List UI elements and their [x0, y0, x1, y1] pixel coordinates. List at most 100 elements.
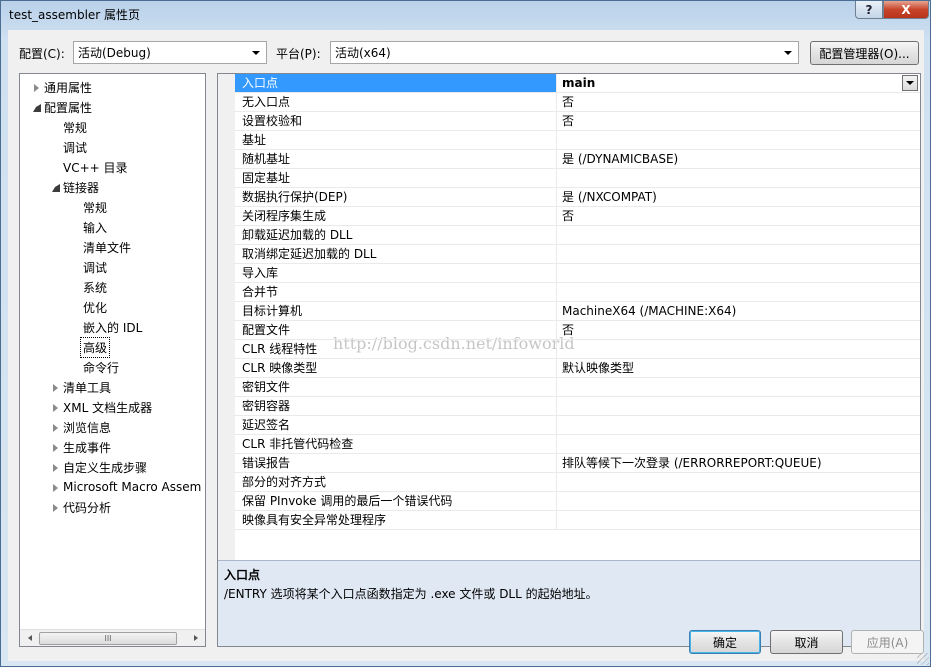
- property-value[interactable]: [557, 416, 920, 434]
- property-value[interactable]: 是 (/DYNAMICBASE): [557, 150, 920, 168]
- property-name[interactable]: 延迟签名: [235, 416, 557, 434]
- chevron-down-icon[interactable]: [902, 75, 918, 91]
- scroll-left-icon[interactable]: [21, 630, 38, 646]
- property-row[interactable]: 取消绑定延迟加载的 DLL: [235, 245, 920, 264]
- property-name[interactable]: 随机基址: [235, 150, 557, 168]
- property-row[interactable]: 配置文件否: [235, 321, 920, 340]
- scroll-right-icon[interactable]: [187, 630, 204, 646]
- tree-item[interactable]: XML 文档生成器: [53, 397, 152, 417]
- property-name[interactable]: 配置文件: [235, 321, 557, 339]
- property-name[interactable]: 无入口点: [235, 93, 557, 111]
- tree-item[interactable]: 优化: [83, 297, 107, 317]
- property-value[interactable]: [557, 473, 920, 491]
- property-name[interactable]: 入口点: [235, 74, 557, 92]
- tree-expand-icon[interactable]: [51, 423, 60, 432]
- ok-button[interactable]: 确定: [689, 630, 761, 654]
- property-row[interactable]: 数据执行保护(DEP) 是 (/NXCOMPAT): [235, 188, 920, 207]
- help-button[interactable]: ?: [855, 1, 883, 19]
- property-row[interactable]: 导入库: [235, 264, 920, 283]
- config-select[interactable]: 活动(Debug): [73, 41, 267, 64]
- property-value[interactable]: [557, 226, 920, 244]
- tree-horizontal-scrollbar[interactable]: III: [20, 629, 205, 646]
- property-value[interactable]: 否: [557, 207, 920, 225]
- tree-item[interactable]: 代码分析: [53, 497, 111, 517]
- property-name[interactable]: 目标计算机: [235, 302, 557, 320]
- tree-item[interactable]: 常规: [83, 197, 107, 217]
- property-name[interactable]: CLR 映像类型: [235, 359, 557, 377]
- tree-collapse-icon[interactable]: [32, 103, 41, 112]
- tree-expand-icon[interactable]: [51, 503, 60, 512]
- property-row[interactable]: CLR 非托管代码检查: [235, 435, 920, 454]
- property-name[interactable]: 导入库: [235, 264, 557, 282]
- property-name[interactable]: 保留 PInvoke 调用的最后一个错误代码: [235, 492, 557, 510]
- tree-item[interactable]: VC++ 目录: [63, 157, 128, 177]
- tree-item[interactable]: 调试: [83, 257, 107, 277]
- property-row[interactable]: 错误报告 排队等候下一次登录 (/ERRORREPORT:QUEUE): [235, 454, 920, 473]
- property-row[interactable]: 无入口点否: [235, 93, 920, 112]
- tree-item[interactable]: 命令行: [83, 357, 119, 377]
- tree-item[interactable]: 浏览信息: [53, 417, 111, 437]
- tree-item[interactable]: 配置属性: [32, 97, 92, 117]
- property-value[interactable]: MachineX64 (/MACHINE:X64): [557, 302, 920, 320]
- tree-expand-icon[interactable]: [51, 443, 60, 452]
- property-name[interactable]: 密钥文件: [235, 378, 557, 396]
- tree-item[interactable]: 常规: [63, 117, 87, 137]
- property-value[interactable]: 是 (/NXCOMPAT): [557, 188, 920, 206]
- tree-item[interactable]: 调试: [63, 137, 87, 157]
- tree-item[interactable]: 自定义生成步骤: [53, 457, 147, 477]
- property-row[interactable]: 延迟签名: [235, 416, 920, 435]
- tree-item[interactable]: Microsoft Macro Assem: [53, 477, 201, 497]
- property-value[interactable]: [557, 245, 920, 263]
- property-value[interactable]: [557, 131, 920, 149]
- property-row[interactable]: 随机基址是 (/DYNAMICBASE): [235, 150, 920, 169]
- tree-item[interactable]: 输入: [83, 217, 107, 237]
- property-row[interactable]: 部分的对齐方式: [235, 473, 920, 492]
- property-name[interactable]: CLR 非托管代码检查: [235, 435, 557, 453]
- property-value[interactable]: 否: [557, 93, 920, 111]
- tree-expand-icon[interactable]: [51, 383, 60, 392]
- close-button[interactable]: X: [883, 1, 929, 19]
- property-value[interactable]: [557, 283, 920, 301]
- property-value[interactable]: [557, 340, 920, 358]
- property-value[interactable]: [557, 264, 920, 282]
- property-name[interactable]: CLR 线程特性: [235, 340, 557, 358]
- property-value[interactable]: main: [557, 74, 920, 92]
- property-name[interactable]: 密钥容器: [235, 397, 557, 415]
- resize-grip-icon[interactable]: [917, 653, 929, 665]
- property-row[interactable]: CLR 映像类型 默认映像类型: [235, 359, 920, 378]
- tree-item[interactable]: 系统: [83, 277, 107, 297]
- property-name[interactable]: 固定基址: [235, 169, 557, 187]
- property-value[interactable]: 否: [557, 112, 920, 130]
- tree-expand-icon[interactable]: [51, 463, 60, 472]
- property-row[interactable]: 关闭程序集生成否: [235, 207, 920, 226]
- platform-select[interactable]: 活动(x64): [330, 41, 799, 64]
- property-name[interactable]: 取消绑定延迟加载的 DLL: [235, 245, 557, 263]
- property-value[interactable]: [557, 397, 920, 415]
- property-row[interactable]: 合并节: [235, 283, 920, 302]
- tree-expand-icon[interactable]: [51, 403, 60, 412]
- scroll-thumb[interactable]: III: [39, 632, 177, 645]
- tree-item[interactable]: 高级: [80, 336, 111, 358]
- cancel-button[interactable]: 取消: [770, 630, 843, 654]
- property-row[interactable]: 保留 PInvoke 调用的最后一个错误代码: [235, 492, 920, 511]
- property-value[interactable]: 默认映像类型: [557, 359, 920, 377]
- tree-item[interactable]: 嵌入的 IDL: [83, 317, 142, 337]
- property-row[interactable]: 基址: [235, 131, 920, 150]
- apply-button[interactable]: 应用(A): [851, 630, 924, 654]
- property-row[interactable]: 设置校验和否: [235, 112, 920, 131]
- tree-item[interactable]: 清单工具: [53, 377, 111, 397]
- tree-item[interactable]: 链接器: [51, 177, 99, 197]
- property-name[interactable]: 错误报告: [235, 454, 557, 472]
- property-name[interactable]: 数据执行保护(DEP): [235, 188, 557, 206]
- tree-collapse-icon[interactable]: [51, 183, 60, 192]
- tree-expand-icon[interactable]: [32, 83, 41, 92]
- property-value[interactable]: [557, 511, 920, 529]
- tree-item[interactable]: 清单文件: [83, 237, 131, 257]
- tree-expand-icon[interactable]: [51, 483, 60, 492]
- property-value[interactable]: [557, 435, 920, 453]
- property-name[interactable]: 设置校验和: [235, 112, 557, 130]
- tree-item[interactable]: 生成事件: [53, 437, 111, 457]
- property-name[interactable]: 映像具有安全异常处理程序: [235, 511, 557, 529]
- property-name[interactable]: 合并节: [235, 283, 557, 301]
- property-row[interactable]: 映像具有安全异常处理程序: [235, 511, 920, 530]
